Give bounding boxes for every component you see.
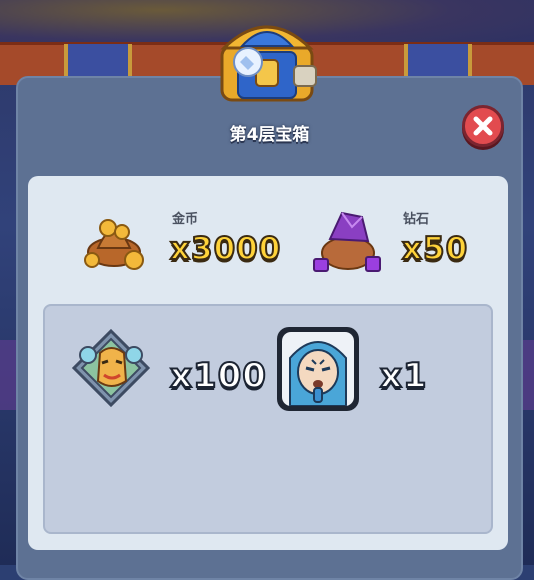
treasure-chest-icon [220, 25, 317, 102]
hero-portrait-card-icon [277, 327, 359, 411]
gem-bag-icon [313, 211, 381, 272]
gold-amount: x3000 [169, 230, 282, 268]
close-icon [473, 116, 493, 136]
gold-coin-bag-icon [84, 219, 144, 270]
gem-amount: x50 [401, 230, 469, 268]
close-button[interactable] [462, 105, 504, 147]
item-amount: x1 [379, 355, 428, 397]
gold-label: 金币 [172, 212, 199, 227]
gem-label: 钻石 [403, 212, 430, 227]
hero-portrait [282, 332, 354, 406]
mask-puzzle-piece-icon [71, 328, 151, 408]
dialog-title: 第4层宝箱 [229, 125, 310, 145]
item-amount: x100 [169, 355, 267, 397]
